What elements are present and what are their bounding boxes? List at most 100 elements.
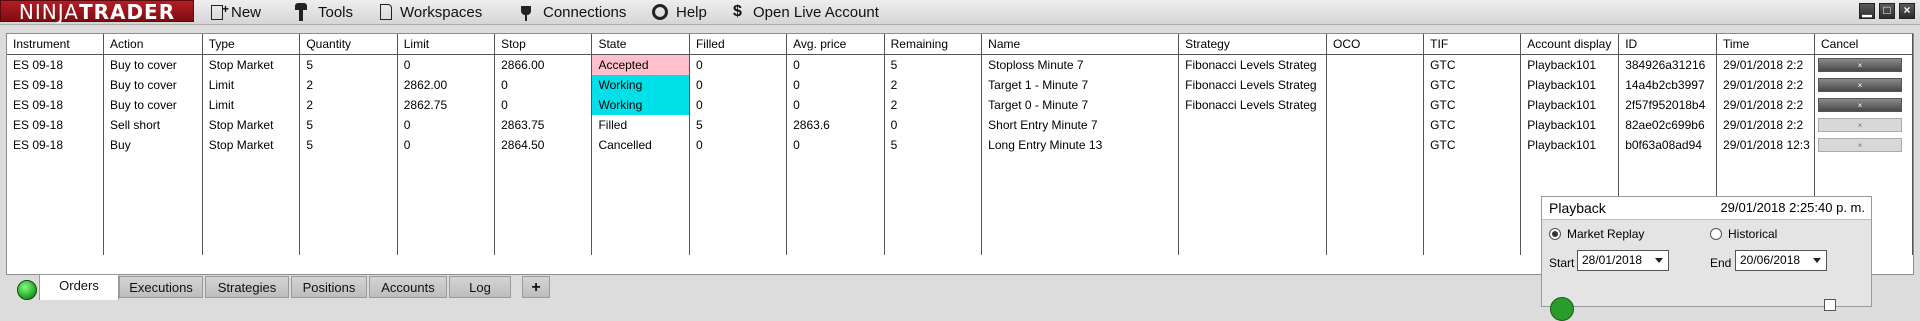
order-cell-state: Accepted bbox=[591, 54, 690, 75]
menu-new[interactable]: New bbox=[211, 0, 261, 24]
empty-cell bbox=[494, 155, 593, 175]
order-cell-limit: 2862.00 bbox=[397, 75, 496, 95]
play-button[interactable] bbox=[1550, 297, 1574, 321]
empty-cell bbox=[884, 155, 983, 175]
logo-text-trader: TRADER bbox=[78, 0, 176, 24]
tab-executions[interactable]: Executions bbox=[119, 276, 203, 298]
order-cell-name: Short Entry Minute 7 bbox=[981, 115, 1180, 135]
column-header-id[interactable]: ID bbox=[1618, 34, 1718, 55]
order-row[interactable]: ES 09-18 Buy to cover Stop Market 5 0 2866.00… bbox=[7, 54, 1914, 75]
cancel-order-button[interactable]: × bbox=[1817, 98, 1902, 112]
minimize-button[interactable]: ▁ bbox=[1859, 3, 1875, 19]
column-header-quantity[interactable]: Quantity bbox=[299, 34, 398, 55]
empty-cell bbox=[299, 175, 398, 195]
column-header-oco[interactable]: OCO bbox=[1326, 34, 1425, 55]
order-row[interactable]: ES 09-18 Buy to cover Limit 2 2862.75 0 Workin… bbox=[7, 95, 1914, 115]
tab-accounts[interactable]: Accounts bbox=[369, 276, 447, 298]
order-cell-stop: 0 bbox=[494, 95, 593, 115]
order-cell-oco bbox=[1326, 54, 1425, 75]
end-date-picker[interactable]: 20/06/2018 bbox=[1735, 250, 1827, 271]
empty-cell bbox=[884, 215, 983, 235]
order-cell-remaining: 5 bbox=[884, 54, 983, 75]
tab-positions[interactable]: Positions bbox=[291, 276, 367, 298]
order-cell-oco bbox=[1326, 135, 1425, 155]
menu-tools[interactable]: Tools bbox=[292, 0, 353, 24]
order-cell-tif: GTC bbox=[1423, 95, 1522, 115]
empty-cell bbox=[884, 175, 983, 195]
order-row[interactable]: ES 09-18 Buy Stop Market 5 0 2864.50 Cancelled… bbox=[7, 135, 1914, 155]
column-header-time[interactable]: Time bbox=[1716, 34, 1815, 55]
add-tab-button[interactable]: + bbox=[522, 276, 550, 298]
order-row[interactable]: ES 09-18 Buy to cover Limit 2 2862.00 0 Workin… bbox=[7, 75, 1914, 95]
empty-cell bbox=[103, 235, 203, 255]
order-cell-limit: 0 bbox=[397, 54, 496, 75]
cancel-order-button[interactable]: × bbox=[1817, 58, 1902, 72]
empty-cell bbox=[7, 155, 105, 175]
empty-cell bbox=[7, 235, 105, 255]
column-header-cancel[interactable]: Cancel bbox=[1814, 34, 1914, 55]
order-cell-avg-price: 0 bbox=[786, 54, 885, 75]
order-cell-account-display: Playback101 bbox=[1520, 135, 1620, 155]
menu-connections-label: Connections bbox=[543, 3, 627, 21]
menu-help[interactable]: Help bbox=[652, 0, 707, 24]
historical-label: Historical bbox=[1728, 227, 1778, 241]
start-date-picker[interactable]: 28/01/2018 bbox=[1577, 250, 1669, 271]
menu-workspaces[interactable]: Workspaces bbox=[380, 0, 482, 24]
column-header-filled[interactable]: Filled bbox=[689, 34, 788, 55]
cancel-order-button[interactable]: × bbox=[1817, 78, 1902, 92]
column-header-avg-price[interactable]: Avg. price bbox=[786, 34, 885, 55]
order-cell-type: Limit bbox=[202, 75, 301, 95]
order-cell-account-display: Playback101 bbox=[1520, 95, 1620, 115]
historical-radio[interactable]: Historical bbox=[1710, 227, 1777, 241]
menu-open-live-account[interactable]: $ Open Live Account bbox=[733, 0, 879, 24]
empty-cell bbox=[689, 175, 788, 195]
ninjatrader-logo[interactable]: NINJATRADER bbox=[0, 0, 194, 24]
order-cell-strategy: Fibonacci Levels Strateg bbox=[1178, 95, 1328, 115]
empty-cell bbox=[1423, 215, 1522, 235]
order-cell-cancel: × bbox=[1814, 54, 1914, 75]
column-header-limit[interactable]: Limit bbox=[397, 34, 496, 55]
column-header-type[interactable]: Type bbox=[202, 34, 301, 55]
column-header-stop[interactable]: Stop bbox=[494, 34, 593, 55]
column-header-remaining[interactable]: Remaining bbox=[884, 34, 983, 55]
column-header-instrument[interactable]: Instrument bbox=[7, 34, 105, 55]
market-replay-radio[interactable]: Market Replay bbox=[1549, 227, 1644, 241]
playback-panel: Playback 29/01/2018 2:25:40 p. m. Market… bbox=[1541, 196, 1872, 321]
order-cell-type: Limit bbox=[202, 95, 301, 115]
order-cell-name: Stoploss Minute 7 bbox=[981, 54, 1180, 75]
playback-checkbox[interactable] bbox=[1824, 299, 1836, 311]
empty-cell bbox=[591, 215, 690, 235]
market-replay-label: Market Replay bbox=[1567, 227, 1645, 241]
order-cell-tif: GTC bbox=[1423, 54, 1522, 75]
column-header-name[interactable]: Name bbox=[981, 34, 1180, 55]
order-cell-action: Buy to cover bbox=[103, 54, 203, 75]
column-header-account-display[interactable]: Account display bbox=[1520, 34, 1620, 55]
column-header-strategy[interactable]: Strategy bbox=[1178, 34, 1328, 55]
empty-cell bbox=[202, 195, 301, 215]
close-button[interactable]: × bbox=[1899, 3, 1915, 19]
empty-row bbox=[7, 155, 1914, 175]
tab-log[interactable]: Log bbox=[449, 276, 511, 298]
dollar-icon: $ bbox=[733, 3, 742, 20]
menu-connections[interactable]: Connections bbox=[517, 0, 626, 24]
empty-cell bbox=[397, 155, 496, 175]
orders-header-row: Instrument Action Type Quantity Limit Stop Sta… bbox=[7, 34, 1914, 55]
tab-strategies[interactable]: Strategies bbox=[205, 276, 289, 298]
empty-cell bbox=[202, 235, 301, 255]
column-header-action[interactable]: Action bbox=[103, 34, 203, 55]
empty-cell bbox=[202, 215, 301, 235]
tab-orders[interactable]: Orders bbox=[39, 274, 119, 300]
column-header-tif[interactable]: TIF bbox=[1423, 34, 1522, 55]
order-cell-quantity: 5 bbox=[299, 54, 398, 75]
order-cell-avg-price: 2863.6 bbox=[786, 115, 885, 135]
column-header-state[interactable]: State bbox=[591, 34, 690, 55]
order-cell-strategy bbox=[1178, 135, 1328, 155]
playback-header: Playback 29/01/2018 2:25:40 p. m. bbox=[1542, 197, 1871, 220]
maximize-button[interactable]: □ bbox=[1879, 3, 1895, 19]
order-cell-state: Working bbox=[591, 95, 690, 115]
empty-cell bbox=[981, 215, 1180, 235]
empty-cell bbox=[786, 215, 885, 235]
cancel-order-button: × bbox=[1817, 118, 1902, 132]
order-cell-filled: 0 bbox=[689, 135, 788, 155]
order-row[interactable]: ES 09-18 Sell short Stop Market 5 0 2863.75 Fi… bbox=[7, 115, 1914, 135]
